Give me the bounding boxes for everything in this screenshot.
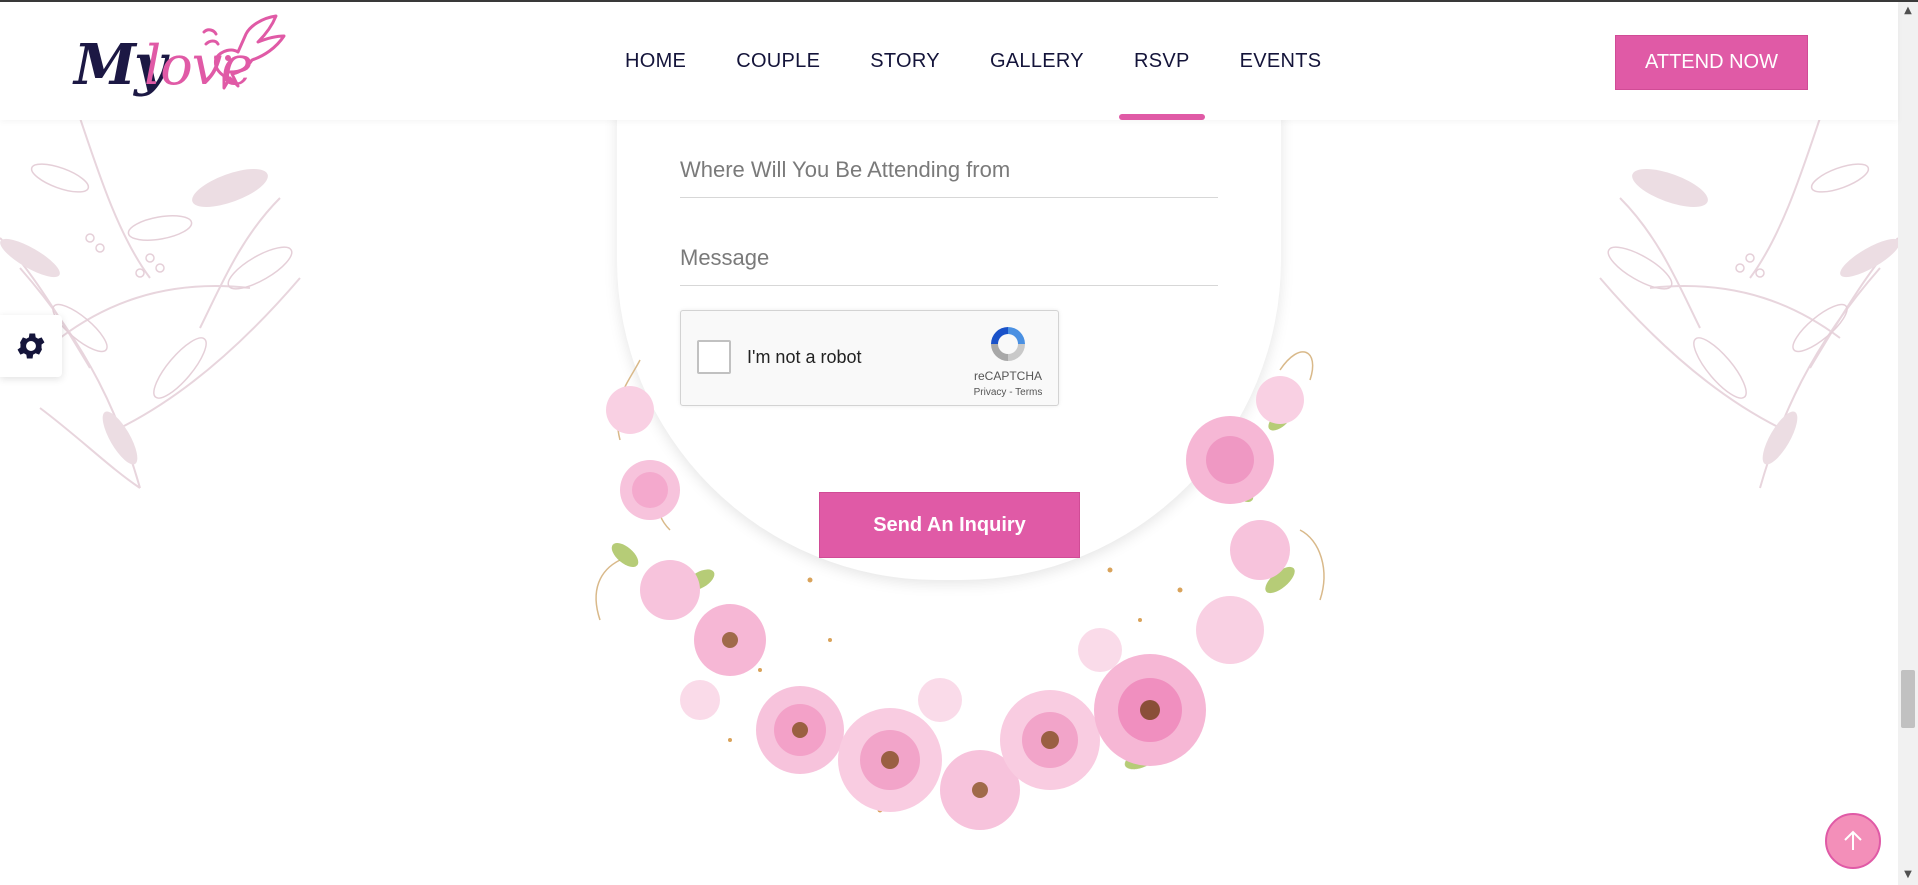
decorative-leaves-left: [0, 118, 301, 489]
nav-item-gallery[interactable]: GALLERY: [965, 2, 1109, 120]
arrow-up-icon: [1844, 830, 1862, 850]
recaptcha-brand: reCAPTCHA: [973, 369, 1042, 383]
attend-now-button[interactable]: ATTEND NOW: [1615, 35, 1808, 90]
flower-wreath-decoration: [595, 351, 1325, 830]
nav-item-events[interactable]: EVENTS: [1215, 2, 1347, 120]
site-header: My love HOME COUPLE STORY GALLERY RSVP E…: [0, 2, 1898, 120]
scroll-up-arrow-icon[interactable]: ▲: [1902, 6, 1914, 16]
nav-item-rsvp[interactable]: RSVP: [1109, 2, 1215, 120]
gear-icon: [17, 333, 45, 359]
site-logo[interactable]: My love: [74, 14, 286, 112]
scroll-down-arrow-icon[interactable]: ▼: [1902, 870, 1914, 880]
back-to-top-button[interactable]: [1825, 813, 1881, 869]
recaptcha-checkbox[interactable]: [697, 340, 731, 374]
recaptcha-widget: I'm not a robot reCAPTCHA Privacy - Term…: [680, 310, 1059, 406]
send-inquiry-button[interactable]: Send An Inquiry: [819, 492, 1080, 558]
nav-item-home[interactable]: HOME: [600, 2, 711, 120]
attending-from-field[interactable]: [680, 138, 1218, 198]
message-input[interactable]: [680, 245, 1218, 271]
main-nav: HOME COUPLE STORY GALLERY RSVP EVENTS: [600, 2, 1346, 120]
message-field[interactable]: [680, 226, 1218, 286]
dove-icon: [202, 14, 286, 90]
recaptcha-icon: [991, 327, 1025, 361]
decorative-leaves-right: [1599, 118, 1898, 489]
attending-from-input[interactable]: [680, 157, 1218, 183]
nav-item-couple[interactable]: COUPLE: [711, 2, 845, 120]
recaptcha-privacy-terms[interactable]: Privacy - Terms: [971, 387, 1045, 398]
page-scrollbar[interactable]: ▲ ▼: [1898, 2, 1918, 885]
recaptcha-label: I'm not a robot: [747, 347, 862, 367]
scrollbar-thumb[interactable]: [1901, 670, 1915, 728]
settings-panel-toggle[interactable]: [0, 315, 62, 377]
nav-item-story[interactable]: STORY: [845, 2, 965, 120]
